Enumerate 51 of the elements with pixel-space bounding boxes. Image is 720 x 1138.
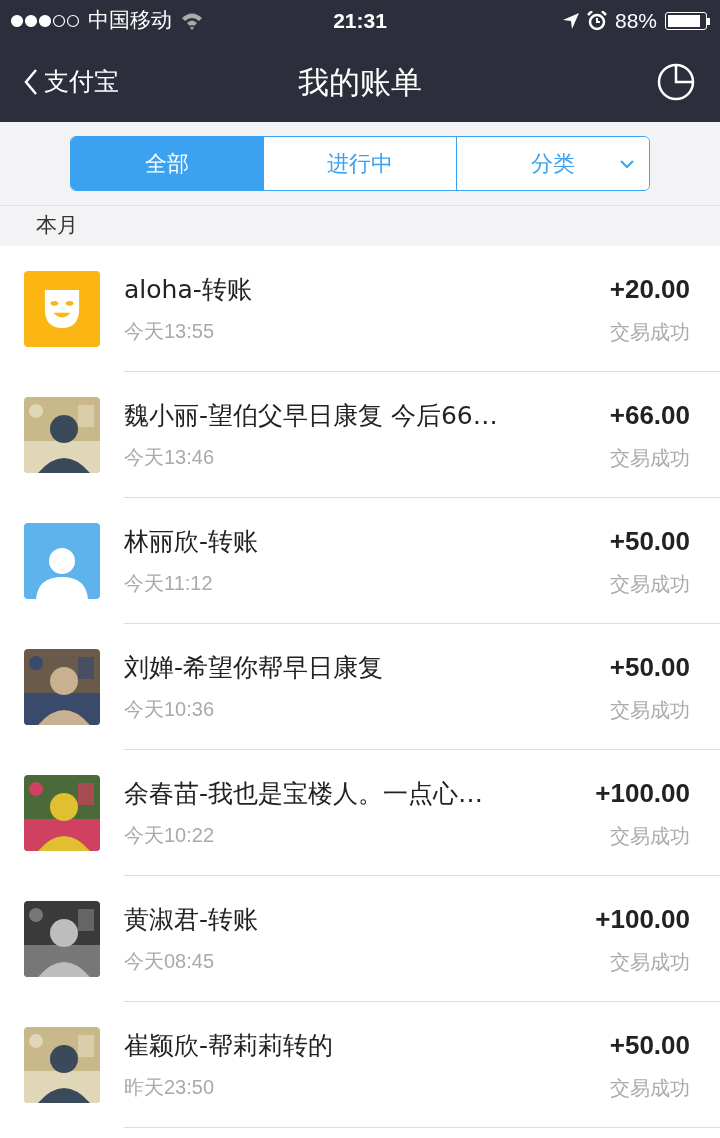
back-chevron-icon [24,68,38,96]
alarm-icon [586,11,607,31]
bill-amount: +50.00 [609,1029,690,1062]
bill-row[interactable]: aloha-转账 今天13:55 +20.00 交易成功 [0,246,720,372]
bill-row[interactable]: 余春苗-我也是宝楼人。一点心… 今天10:22 +100.00 交易成功 [0,750,720,876]
bill-status: 交易成功 [610,823,690,850]
bill-status: 交易成功 [610,697,690,724]
person-avatar-icon [24,523,100,599]
carrier-name: 中国移动 [88,7,172,35]
bill-time: 今天10:22 [124,823,216,849]
bill-status: 交易成功 [610,949,690,976]
bill-status: 交易成功 [610,1075,690,1102]
bill-time: 今天10:36 [124,697,216,723]
bill-time: 今天13:55 [124,319,216,345]
bill-amount: +100.00 [595,777,690,810]
bill-title: 林丽欣-转账 [124,525,260,558]
bill-title: 魏小丽-望伯父早日康复 今后66… [124,399,499,432]
bill-amount: +100.00 [595,903,690,936]
bill-amount: +20.00 [609,273,690,306]
bill-row[interactable]: 林丽欣-转账 今天11:12 +50.00 交易成功 [0,498,720,624]
bill-time: 昨天23:50 [124,1075,216,1101]
bill-title: aloha-转账 [124,273,253,306]
bill-amount: +50.00 [609,651,690,684]
dropdown-chevron-icon [619,158,635,169]
bill-title: 黄淑君-转账 [124,903,260,936]
bill-amount: +50.00 [609,525,690,558]
signal-icon [10,14,80,28]
bill-title: 余春苗-我也是宝楼人。一点心… [124,777,485,810]
page-title: 我的账单 [298,62,422,102]
mask-avatar-icon [24,271,100,347]
bill-status: 交易成功 [610,319,690,346]
bill-row[interactable]: 魏小丽-望伯父早日康复 今后66… 今天13:46 +66.00 交易成功 [0,372,720,498]
bill-row[interactable]: 崔颖欣-帮莉莉转的 昨天23:50 +50.00 交易成功 [0,1002,720,1128]
bill-status: 交易成功 [610,571,690,598]
bill-time: 今天08:45 [124,949,216,975]
location-arrow-icon [562,13,579,29]
bill-title: 崔颖欣-帮莉莉转的 [124,1029,335,1062]
bill-title: 刘婵-希望你帮早日康复 [124,651,385,684]
battery-icon [665,12,710,30]
bill-row[interactable]: 刘婵-希望你帮早日康复 今天10:36 +50.00 交易成功 [0,624,720,750]
bill-amount: +66.00 [609,399,690,432]
pie-chart-icon[interactable] [656,62,696,102]
wifi-icon [180,12,204,30]
section-header: 本月 [36,212,78,240]
bill-time: 今天13:46 [124,445,216,471]
clock-time: 21:31 [333,8,387,35]
bill-status: 交易成功 [610,445,690,472]
bill-time: 今天11:12 [124,571,214,597]
battery-percent: 88% [614,8,657,35]
back-button[interactable]: 支付宝 [24,63,119,101]
bill-row[interactable]: 黄淑君-转账 今天08:45 +100.00 交易成功 [0,876,720,1002]
